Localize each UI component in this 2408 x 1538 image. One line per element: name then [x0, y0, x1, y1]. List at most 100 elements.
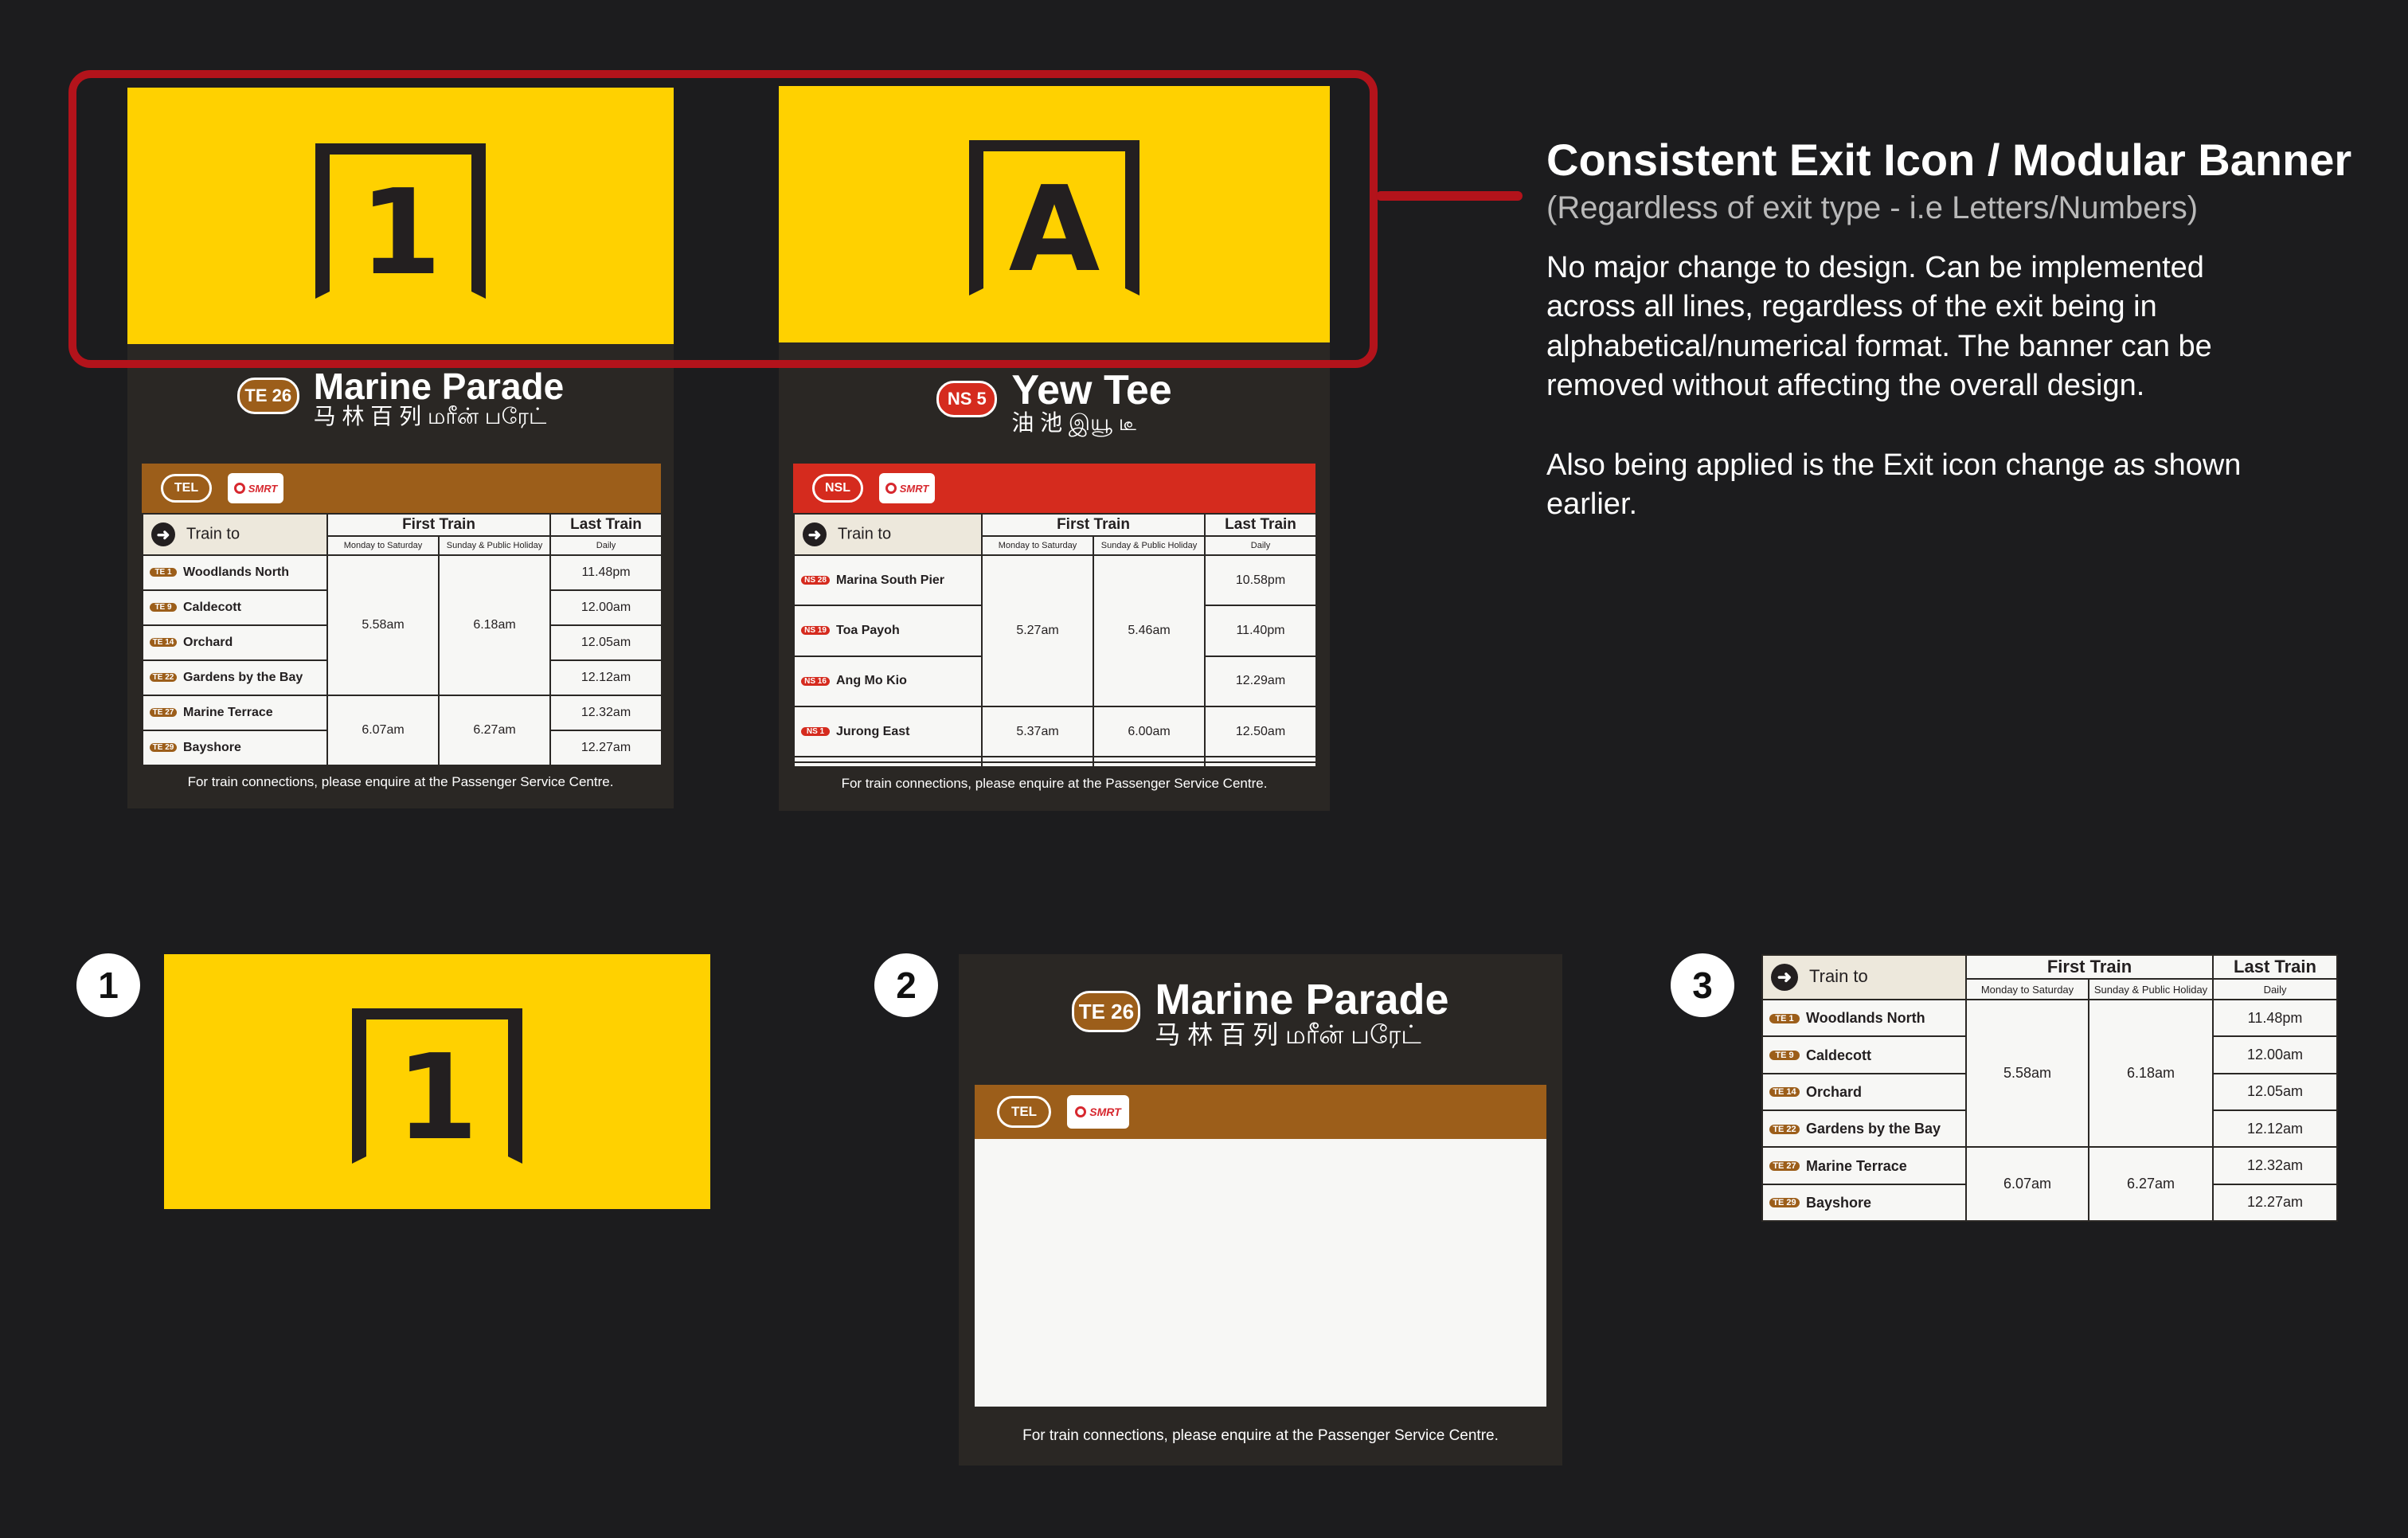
step-number: 2: [874, 953, 938, 1017]
station-code-badge: TE 29: [1769, 1198, 1800, 1208]
first-train-sunday: 6.00am: [1092, 706, 1206, 758]
destination-name: Caldecott: [1806, 1047, 1872, 1063]
destination-name: Bayshore: [1806, 1194, 1872, 1211]
station-code-badge: TE 9: [150, 603, 177, 612]
destination-name: Toa Payoh: [836, 623, 900, 637]
step-number: 3: [1671, 953, 1734, 1017]
last-train-time: 12.12am: [549, 659, 663, 696]
line-bar: TEL SMRT: [142, 464, 661, 513]
highlight-connector: [1376, 191, 1523, 201]
first-train-sunday: 6.18am: [437, 554, 552, 696]
operator-logo: SMRT: [879, 473, 935, 503]
first-train-header: First Train: [326, 513, 552, 537]
last-train-time: 12.32am: [2212, 1146, 2339, 1185]
last-train-time: 12.00am: [2212, 1035, 2339, 1074]
last-train-time: 12.00am: [549, 589, 663, 626]
destination-name: Bayshore: [183, 740, 241, 754]
first-train-weekday: 5.58am: [1965, 998, 2089, 1149]
last-train-time: 12.29am: [1204, 655, 1318, 708]
destination-name: Marine Terrace: [1806, 1157, 1907, 1174]
highlight-frame: [68, 70, 1378, 368]
timetable: ➜ Train to First Train Last Train Monday …: [793, 513, 1318, 769]
notes-body-1: No major change to design. Can be implem…: [1546, 251, 2212, 403]
arrow-right-icon: ➜: [803, 522, 827, 546]
station-code-badge: NS 1: [801, 727, 830, 737]
last-train-time: 12.27am: [2212, 1183, 2339, 1223]
table-row: TE 27 Marine Terrace 6.07am 6.27am 12.32a…: [1761, 1146, 2339, 1222]
station-code-badge: TE 27: [150, 708, 177, 718]
arrow-right-icon: ➜: [151, 522, 175, 546]
last-train-header: Last Train: [1204, 513, 1318, 537]
destination-name: Gardens by the Bay: [183, 670, 303, 684]
first-train-sunday: 6.27am: [437, 695, 552, 766]
line-bar: TEL SMRT: [975, 1085, 1546, 1139]
last-train-header: Last Train: [549, 513, 663, 537]
destination-name: Jurong East: [836, 724, 910, 738]
table-row: NS 1 Jurong East 5.37am 6.00am 12.50am: [793, 706, 1318, 758]
exit-frame-icon: 1: [346, 1000, 529, 1168]
daily-header: Daily: [1204, 535, 1318, 556]
last-train-time: 12.50am: [1204, 706, 1318, 758]
station-code-badge: TE 22: [1769, 1124, 1800, 1134]
station-name: Marine Parade: [1155, 976, 1449, 1023]
destination-name: Marine Terrace: [183, 705, 273, 719]
first-train-weekday: 5.58am: [326, 554, 440, 696]
station-code-badge: NS 28: [801, 576, 830, 585]
last-train-time: 11.48pm: [2212, 998, 2339, 1038]
operator-logo: SMRT: [228, 473, 283, 503]
module-exit-banner: 1: [164, 954, 710, 1209]
first-train-weekday: 5.27am: [981, 554, 1094, 708]
weekday-header: Monday to Saturday: [1965, 978, 2089, 1000]
sunday-header: Sunday & Public Holiday: [1092, 535, 1206, 556]
first-train-weekday: 6.07am: [1965, 1146, 2089, 1222]
daily-header: Daily: [2212, 978, 2339, 1000]
station-code-badge: TE 26: [236, 378, 299, 414]
station-code-badge: TE 14: [1769, 1087, 1800, 1098]
sunday-header: Sunday & Public Holiday: [2087, 978, 2214, 1000]
destination-name: Woodlands North: [183, 565, 290, 579]
train-to-header: ➜ Train to: [142, 513, 328, 556]
destination-name: Orchard: [1806, 1083, 1863, 1100]
table-row: TE 27 Marine Terrace 6.07am 6.27am 12.32a…: [142, 695, 663, 766]
module-station-panel: TE 26 Marine Parade 马 林 百 列 மரீன் பரேட் …: [959, 954, 1562, 1466]
station-name: Yew Tee: [1011, 367, 1172, 413]
station-code-badge: TE 1: [150, 568, 177, 577]
timetable-placeholder: [975, 1139, 1546, 1407]
footer-note: For train connections, please enquire at…: [841, 776, 1268, 791]
station-name-translations: 马 林 百 列 மரீன் பரேட்: [1155, 1020, 1421, 1049]
notes: Consistent Exit Icon / Modular Banner (R…: [1546, 134, 2390, 524]
first-train-header: First Train: [980, 513, 1206, 537]
station-code-badge: TE 27: [1769, 1160, 1800, 1171]
station-name-translations: 油 池 இயூ டீ: [1011, 410, 1136, 435]
first-train-sunday: 6.18am: [2087, 998, 2214, 1149]
last-train-time: 12.27am: [549, 730, 663, 766]
station-code-badge: TE 9: [1769, 1050, 1800, 1060]
timetable: ➜ Train to First Train Last Train Monday …: [142, 513, 663, 766]
station-name-translations: 马 林 百 列 மரீன் பரேட்: [313, 404, 547, 429]
sunday-header: Sunday & Public Holiday: [437, 535, 552, 556]
operator-logo: SMRT: [1067, 1095, 1129, 1129]
notes-title: Consistent Exit Icon / Modular Banner: [1546, 135, 2352, 185]
weekday-header: Monday to Saturday: [981, 535, 1094, 556]
notes-subtitle: (Regardless of exit type - i.e Letters/N…: [1546, 190, 2199, 225]
weekday-header: Monday to Saturday: [326, 535, 440, 556]
destination-name: Orchard: [183, 635, 233, 649]
last-train-time: 12.05am: [2212, 1072, 2339, 1111]
footer-note: For train connections, please enquire at…: [1022, 1427, 1499, 1444]
table-row: NS 28 Marina South Pier 5.27am 5.46am 10.…: [793, 554, 1318, 708]
first-train-weekday: 6.07am: [326, 695, 440, 766]
station-code-badge: TE 1: [1769, 1013, 1800, 1023]
last-train-time: 11.40pm: [1204, 605, 1318, 657]
footer-note: For train connections, please enquire at…: [187, 774, 614, 789]
station-code-badge: NS 5: [936, 381, 998, 417]
last-train-time: 10.58pm: [1204, 554, 1318, 607]
arrow-right-icon: ➜: [1771, 964, 1798, 991]
notes-body-2: Also being applied is the Exit icon chan…: [1546, 448, 2242, 521]
line-pill: TEL: [997, 1096, 1051, 1128]
station-code-badge: TE 29: [150, 743, 177, 753]
line-pill: NSL: [812, 474, 863, 503]
module-timetable: ➜ Train to First Train Last Train Monday …: [1761, 954, 2339, 1223]
first-train-weekday: 5.37am: [981, 706, 1094, 758]
last-train-time: 11.48pm: [549, 554, 663, 591]
last-train-time: 12.05am: [549, 624, 663, 661]
